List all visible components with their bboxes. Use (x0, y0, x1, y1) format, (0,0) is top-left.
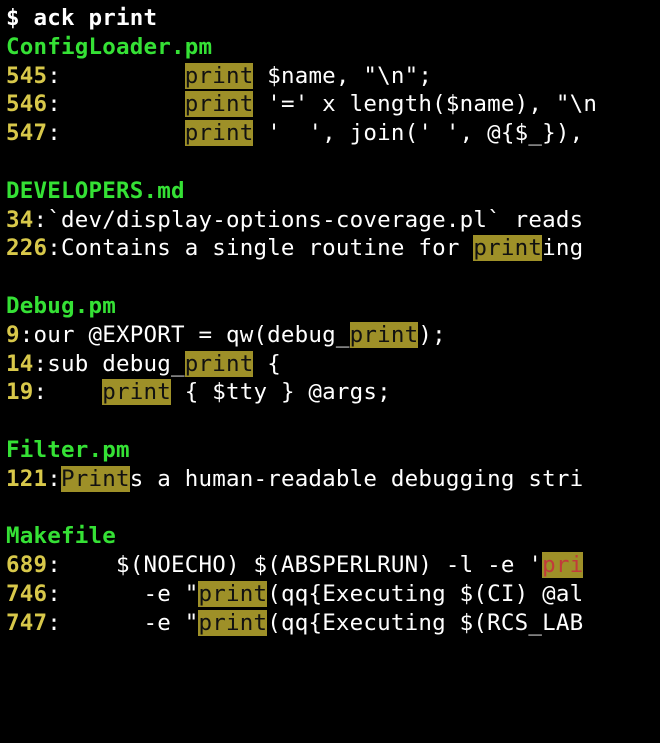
match-highlight: print (185, 120, 254, 146)
result-line: 547: print ' ', join(' ', @{$_}), (6, 120, 583, 146)
shell-prompt: $ (6, 5, 34, 31)
result-filename: Filter.pm (6, 437, 130, 463)
result-line: 14:sub debug_print { (6, 351, 281, 377)
match-highlight: print (198, 581, 267, 607)
result-filename: ConfigLoader.pm (6, 34, 212, 60)
result-line: 545: print $name, "\n"; (6, 63, 432, 89)
command-line[interactable]: $ ack print (6, 5, 157, 31)
result-line: 689: $(NOECHO) $(ABSPERLRUN) -l -e 'pri (6, 552, 583, 578)
result-text: $name, "\n"; (253, 63, 432, 89)
result-text: : (47, 91, 184, 117)
result-line-number: 747 (6, 610, 47, 636)
result-text: :sub debug_ (34, 351, 185, 377)
result-line: 19: print { $tty } @args; (6, 379, 391, 405)
match-highlight: Print (61, 466, 130, 492)
result-line-number: 34 (6, 207, 34, 233)
terminal-output: $ ack print ConfigLoader.pm 545: print $… (0, 0, 660, 642)
result-filename: Makefile (6, 523, 116, 549)
result-text: : -e " (47, 581, 198, 607)
result-text: : (34, 379, 103, 405)
result-line-number: 226 (6, 235, 47, 261)
result-line: 226:Contains a single routine for printi… (6, 235, 583, 261)
result-line: 746: -e "print(qq{Executing $(CI) @al (6, 581, 583, 607)
match-highlight: print (185, 63, 254, 89)
result-line: 34:`dev/display-options-coverage.pl` rea… (6, 207, 583, 233)
result-text: : $(NOECHO) $(ABSPERLRUN) -l -e ' (47, 552, 542, 578)
result-line-number: 9 (6, 322, 20, 348)
match-highlight: print (185, 351, 254, 377)
match-highlight: print (185, 91, 254, 117)
result-text: : (47, 63, 184, 89)
result-line-number: 19 (6, 379, 34, 405)
result-line-number: 547 (6, 120, 47, 146)
result-text: { (253, 351, 281, 377)
result-text: :our @EXPORT = qw(debug_ (20, 322, 350, 348)
match-highlight: print (473, 235, 542, 261)
result-text: (qq{Executing $(CI) @al (267, 581, 583, 607)
result-text: ' ', join(' ', @{$_}), (253, 120, 583, 146)
result-filename: Debug.pm (6, 293, 116, 319)
result-line: 747: -e "print(qq{Executing $(RCS_LAB (6, 610, 583, 636)
result-line-number: 546 (6, 91, 47, 117)
result-text: :`dev/display-options-coverage.pl` reads (34, 207, 584, 233)
match-highlight: pri (542, 552, 583, 578)
result-line-number: 689 (6, 552, 47, 578)
result-line-number: 121 (6, 466, 47, 492)
result-filename: DEVELOPERS.md (6, 178, 185, 204)
result-text: ); (418, 322, 446, 348)
result-text: s a human-readable debugging stri (130, 466, 584, 492)
result-text: ing (542, 235, 583, 261)
result-text: { $tty } @args; (171, 379, 391, 405)
result-line: 9:our @EXPORT = qw(debug_print); (6, 322, 446, 348)
result-line: 121:Prints a human-readable debugging st… (6, 466, 583, 492)
result-line-number: 746 (6, 581, 47, 607)
command-text: ack print (34, 5, 158, 31)
result-text: :Contains a single routine for (47, 235, 473, 261)
result-line: 546: print '=' x length($name), "\n (6, 91, 597, 117)
result-text: : -e " (47, 610, 198, 636)
match-highlight: print (198, 610, 267, 636)
match-highlight: print (350, 322, 419, 348)
result-text: : (47, 120, 184, 146)
result-text: : (47, 466, 61, 492)
result-line-number: 545 (6, 63, 47, 89)
result-line-number: 14 (6, 351, 34, 377)
match-highlight: print (102, 379, 171, 405)
result-text: '=' x length($name), "\n (253, 91, 597, 117)
result-text: (qq{Executing $(RCS_LAB (267, 610, 583, 636)
